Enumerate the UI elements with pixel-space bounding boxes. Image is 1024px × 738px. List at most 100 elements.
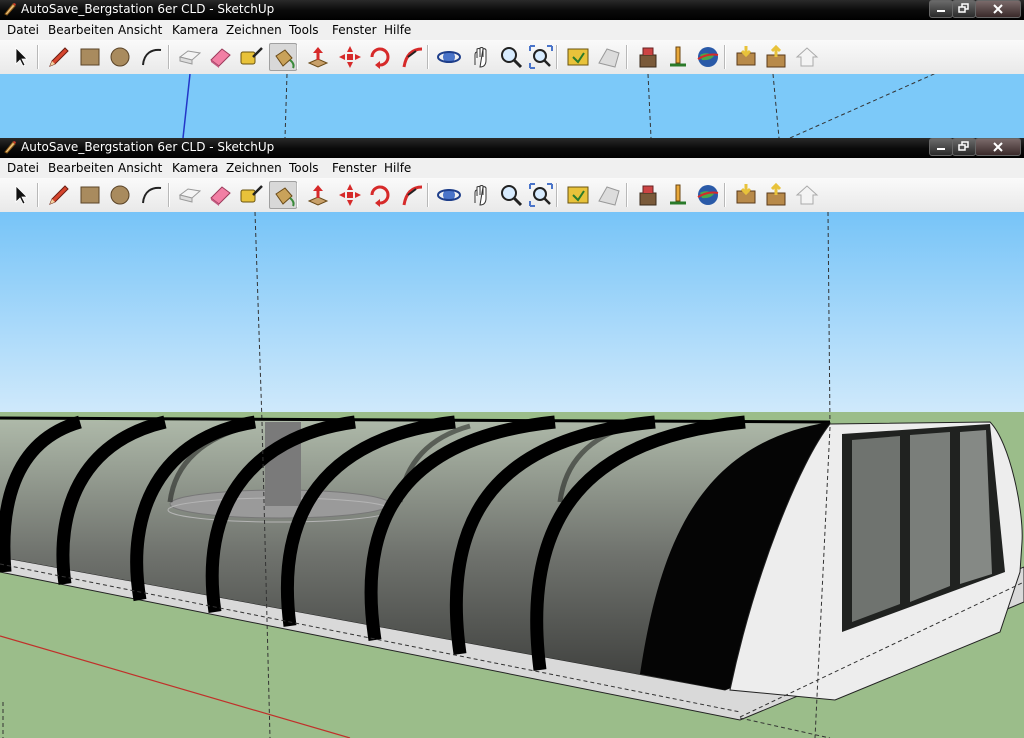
menu-zeichnen[interactable]: Zeichnen (226, 23, 282, 37)
select-tool-button[interactable] (7, 181, 35, 209)
menu-kamera[interactable]: Kamera (172, 161, 218, 175)
get-photo-texture-tool-button[interactable] (564, 181, 592, 209)
menu-datei[interactable]: Datei (7, 161, 39, 175)
toolbar-separator (37, 45, 39, 69)
minimize-button[interactable] (929, 0, 953, 18)
menu-ansicht[interactable]: Ansicht (118, 23, 162, 37)
zoom-tool-button[interactable] (497, 43, 525, 71)
menu-tools[interactable]: Tools (289, 23, 319, 37)
google-earth-tool-button[interactable] (694, 43, 722, 71)
follow-me-icon (402, 47, 423, 68)
title-bar[interactable]: AutoSave_Bergstation 6er CLD - SketchUp (0, 0, 1024, 20)
arc-tool-button[interactable] (138, 181, 166, 209)
eraser-tool-button[interactable] (206, 43, 234, 71)
menu-fenster[interactable]: Fenster (332, 23, 377, 37)
make-component-icon (178, 50, 202, 65)
pan-tool-button[interactable] (467, 43, 495, 71)
menu-bearbeiten[interactable]: Bearbeiten (48, 23, 114, 37)
active-sketchup-window[interactable]: AutoSave_Bergstation 6er CLD - SketchUp … (0, 138, 1024, 738)
toggle-terrain-icon (598, 186, 620, 206)
maximize-button[interactable] (952, 0, 976, 18)
share-component-tool-button[interactable] (793, 181, 821, 209)
orbit-tool-button[interactable] (435, 181, 463, 209)
menu-hilfe[interactable]: Hilfe (384, 23, 411, 37)
toolbar-separator (296, 45, 298, 69)
paint-bucket-tool-button[interactable] (269, 43, 297, 71)
move-tool-button[interactable] (336, 43, 364, 71)
background-sketchup-window[interactable]: AutoSave_Bergstation 6er CLD - SketchUp … (0, 0, 1024, 138)
google-earth-icon (697, 47, 719, 67)
menu-bearbeiten[interactable]: Bearbeiten (48, 161, 114, 175)
follow-me-tool-button[interactable] (398, 43, 426, 71)
push-pull-tool-button[interactable] (304, 43, 332, 71)
rectangle-icon (80, 186, 100, 204)
toggle-terrain-tool-button[interactable] (595, 181, 623, 209)
rectangle-tool-button[interactable] (76, 43, 104, 71)
toggle-terrain-tool-button[interactable] (595, 43, 623, 71)
add-location-tool-button[interactable] (634, 181, 662, 209)
tape-measure-tool-button[interactable] (237, 181, 265, 209)
zoom-icon (501, 185, 523, 207)
make-component-tool-button[interactable] (176, 181, 204, 209)
restore-icon (958, 141, 969, 151)
modeling-viewport[interactable] (0, 212, 1024, 738)
select-tool-button[interactable] (7, 43, 35, 71)
add-location-tool-button[interactable] (634, 43, 662, 71)
close-button[interactable] (975, 0, 1021, 18)
move-tool-button[interactable] (336, 181, 364, 209)
minimize-button[interactable] (929, 138, 953, 156)
make-component-icon (178, 188, 202, 203)
share-model-tool-button[interactable] (762, 43, 790, 71)
circle-tool-button[interactable] (106, 43, 134, 71)
zoom-extents-icon (529, 45, 553, 69)
follow-me-tool-button[interactable] (398, 181, 426, 209)
get-models-tool-button[interactable] (732, 43, 760, 71)
rotate-tool-button[interactable] (366, 181, 394, 209)
menu-hilfe[interactable]: Hilfe (384, 161, 411, 175)
pencil-tool-button[interactable] (45, 181, 73, 209)
pencil-tool-button[interactable] (45, 43, 73, 71)
rectangle-tool-button[interactable] (76, 181, 104, 209)
get-models-tool-button[interactable] (732, 181, 760, 209)
minimize-icon (937, 10, 945, 12)
menu-tools[interactable]: Tools (289, 161, 319, 175)
rotate-tool-button[interactable] (366, 43, 394, 71)
window-title: AutoSave_Bergstation 6er CLD - SketchUp (21, 140, 275, 154)
menu-ansicht[interactable]: Ansicht (118, 161, 162, 175)
zoom-extents-tool-button[interactable] (527, 181, 555, 209)
circle-tool-button[interactable] (106, 181, 134, 209)
google-earth-tool-button[interactable] (694, 181, 722, 209)
eraser-tool-button[interactable] (206, 181, 234, 209)
share-model-tool-button[interactable] (762, 181, 790, 209)
menu-datei[interactable]: Datei (7, 23, 39, 37)
menu-kamera[interactable]: Kamera (172, 23, 218, 37)
zoom-tool-button[interactable] (497, 181, 525, 209)
orbit-tool-button[interactable] (435, 43, 463, 71)
get-photo-texture-tool-button[interactable] (564, 43, 592, 71)
toolbar-separator (556, 45, 558, 69)
arc-icon (142, 48, 162, 66)
menu-fenster[interactable]: Fenster (332, 161, 377, 175)
push-pull-tool-button[interactable] (304, 181, 332, 209)
share-model-icon (766, 44, 786, 68)
share-component-tool-button[interactable] (793, 43, 821, 71)
close-button[interactable] (975, 138, 1021, 156)
pan-tool-button[interactable] (467, 181, 495, 209)
place-model-tool-button[interactable] (664, 43, 692, 71)
paint-bucket-tool-button[interactable] (269, 181, 297, 209)
zoom-extents-tool-button[interactable] (527, 43, 555, 71)
title-bar[interactable]: AutoSave_Bergstation 6er CLD - SketchUp (0, 138, 1024, 158)
menu-zeichnen[interactable]: Zeichnen (226, 161, 282, 175)
restore-icon (958, 3, 969, 13)
arc-tool-button[interactable] (138, 43, 166, 71)
maximize-button[interactable] (952, 138, 976, 156)
share-component-icon (795, 47, 819, 67)
place-model-tool-button[interactable] (664, 181, 692, 209)
toolbar-separator (168, 183, 170, 207)
tape-measure-tool-button[interactable] (237, 43, 265, 71)
make-component-tool-button[interactable] (176, 43, 204, 71)
add-location-icon (639, 185, 657, 206)
orbit-icon (437, 51, 461, 63)
scene-preview (182, 74, 936, 138)
modeling-viewport[interactable] (0, 74, 1024, 138)
